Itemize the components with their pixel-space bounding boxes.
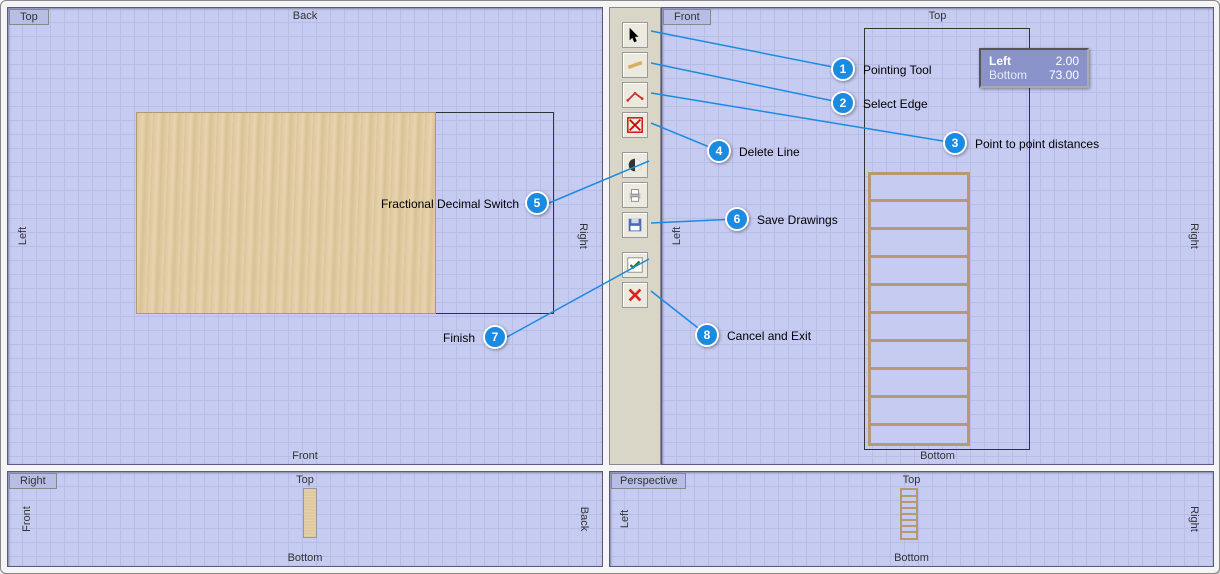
floppy-icon xyxy=(626,216,644,234)
info-row: Bottom 73.00 xyxy=(989,68,1079,82)
delete-line-button[interactable] xyxy=(622,112,648,138)
thumb-shelf[interactable] xyxy=(900,488,918,540)
edge-label-left: Left xyxy=(17,227,29,245)
distance-button[interactable] xyxy=(622,82,648,108)
save-button[interactable] xyxy=(622,212,648,238)
info-key: Left xyxy=(989,54,1011,68)
print-button[interactable] xyxy=(622,182,648,208)
callout-text-6: Save Drawings xyxy=(757,213,838,227)
board-wood-face[interactable] xyxy=(136,112,436,314)
thumb-board[interactable] xyxy=(303,488,317,538)
info-val: 2.00 xyxy=(1056,54,1079,68)
info-row: Left 2.00 xyxy=(989,54,1079,68)
pointer-tool-button[interactable] xyxy=(622,22,648,48)
edge-label-left: Left xyxy=(671,227,683,245)
callout-bubble-2: 2 xyxy=(831,91,855,115)
edge-label-back: Back xyxy=(578,507,590,531)
distance-icon xyxy=(626,86,644,104)
viewport-top[interactable]: Top Back Front Left Right xyxy=(7,7,603,465)
edge-label-front: Front xyxy=(292,450,318,462)
edge-label-right: Right xyxy=(1188,223,1200,249)
cancel-button[interactable] xyxy=(622,282,648,308)
app-window: Top Back Front Left Right xyxy=(0,0,1220,574)
viewport-right[interactable]: Right Top Bottom Front Back xyxy=(7,471,603,567)
select-edge-button[interactable] xyxy=(622,52,648,78)
viewport-title: Perspective xyxy=(611,473,686,489)
edge-label-bottom: Bottom xyxy=(920,450,955,462)
edge-label-left: Left xyxy=(619,510,631,528)
shelf-unit[interactable] xyxy=(868,172,970,446)
frac-dec-switch-button[interactable] xyxy=(622,152,648,178)
callout-text-2: Select Edge xyxy=(863,97,928,111)
edge-label-right: Right xyxy=(577,223,589,249)
coord-info-box: Left 2.00 Bottom 73.00 xyxy=(979,48,1089,88)
close-icon xyxy=(626,286,644,304)
delete-line-icon xyxy=(626,116,644,134)
viewport-title: Front xyxy=(663,9,711,25)
viewport-title: Top xyxy=(9,9,49,25)
toolbar xyxy=(609,7,661,465)
frac-dec-icon xyxy=(626,156,644,174)
printer-icon xyxy=(626,186,644,204)
callout-bubble-5: 5 xyxy=(525,191,549,215)
callout-text-8: Cancel and Exit xyxy=(727,329,811,343)
edge-label-front: Front xyxy=(21,506,33,532)
cursor-icon xyxy=(626,26,644,44)
callout-text-7: Finish xyxy=(443,331,475,345)
edge-label-top: Top xyxy=(929,10,947,22)
callout-bubble-8: 8 xyxy=(695,323,719,347)
edge-label-back: Back xyxy=(293,10,317,22)
callout-bubble-3: 3 xyxy=(943,131,967,155)
callout-bubble-7: 7 xyxy=(483,325,507,349)
callout-bubble-1: 1 xyxy=(831,57,855,81)
info-key: Bottom xyxy=(989,68,1027,82)
callout-bubble-4: 4 xyxy=(707,139,731,163)
callout-text-4: Delete Line xyxy=(739,145,800,159)
info-val: 73.00 xyxy=(1049,68,1079,82)
edge-label-right: Right xyxy=(1188,506,1200,532)
callout-text-5: Fractional Decimal Switch xyxy=(339,197,519,211)
viewport-front[interactable]: Front Top Bottom Left Right xyxy=(661,7,1214,465)
check-icon xyxy=(626,256,644,274)
edge-label-top: Top xyxy=(296,474,314,486)
edge-label-bottom: Bottom xyxy=(288,552,323,564)
callout-text-1: Pointing Tool xyxy=(863,63,932,77)
edge-label-top: Top xyxy=(903,474,921,486)
viewport-title: Right xyxy=(9,473,57,489)
callout-text-3: Point to point distances xyxy=(975,137,1099,151)
edge-label-bottom: Bottom xyxy=(894,552,929,564)
viewport-perspective[interactable]: Perspective Top Bottom Left Right xyxy=(609,471,1214,567)
finish-button[interactable] xyxy=(622,252,648,278)
edge-icon xyxy=(626,56,644,74)
callout-bubble-6: 6 xyxy=(725,207,749,231)
